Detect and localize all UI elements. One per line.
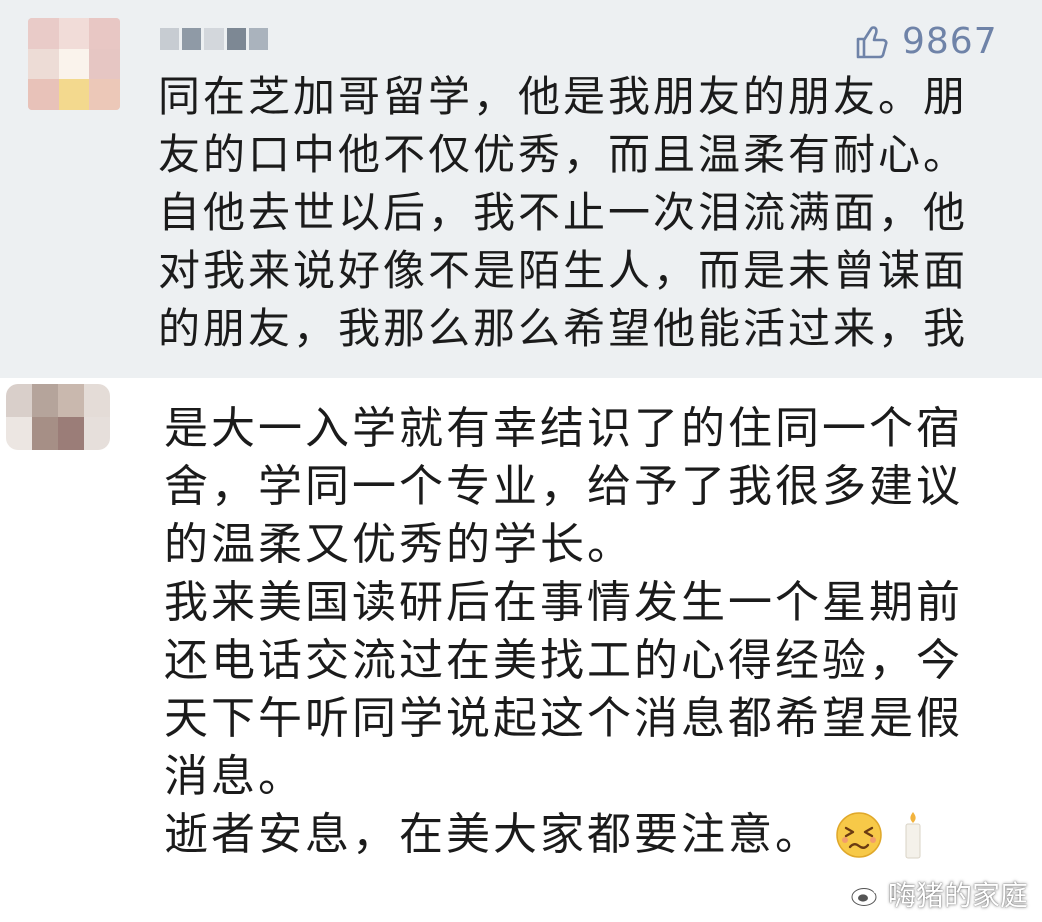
comment-text: 是大一入学就有幸结识了的住同一个宿 舍，学同一个专业，给予了我很多建议 的温柔又… xyxy=(164,400,984,864)
comment-text-line: 对我来说好像不是陌生人，而是未曾谋面 xyxy=(158,246,969,295)
comment-text: 同在芝加哥留学，他是我朋友的朋友。朋 友的口中他不仅优秀，而且温柔有耐心。 自他… xyxy=(158,68,1018,358)
watermark-text: 嗨猪的家庭 xyxy=(887,879,1028,912)
comment-text-line: 同在芝加哥留学，他是我朋友的朋友。朋 xyxy=(158,72,969,121)
candle-icon xyxy=(905,812,921,859)
username-blurred[interactable] xyxy=(160,28,269,50)
comment-last-line: 逝者安息，在美大家都要注意。 xyxy=(164,806,984,864)
like-count: 9867 xyxy=(902,21,998,62)
comment-item: 9867 同在芝加哥留学，他是我朋友的朋友。朋 友的口中他不仅优秀，而且温柔有耐… xyxy=(0,0,1042,378)
avatar[interactable] xyxy=(28,18,120,110)
comment-text-line: 友的口中他不仅优秀，而且温柔有耐心。 xyxy=(158,130,969,179)
watermark: 嗨猪的家庭 xyxy=(850,874,1028,914)
avatar[interactable] xyxy=(6,384,110,450)
comment-text-line: 是大一入学就有幸结识了的住同一个宿 xyxy=(164,403,963,454)
comment-text-line: 逝者安息，在美大家都要注意。 xyxy=(164,809,822,860)
comment-text-line: 天下午听同学说起这个消息都希望是假 xyxy=(164,693,963,744)
comment-text-line: 消息。 xyxy=(164,751,305,802)
comment-item: 是大一入学就有幸结识了的住同一个宿 舍，学同一个专业，给予了我很多建议 的温柔又… xyxy=(0,378,1042,922)
comment-text-line: 舍，学同一个专业，给予了我很多建议 xyxy=(164,461,963,512)
crying-face-icon xyxy=(836,812,882,858)
weibo-logo-icon xyxy=(851,882,881,906)
like-button[interactable]: 9867 xyxy=(852,20,998,64)
comment-text-line: 我来美国读研后在事情发生一个星期前 xyxy=(164,577,963,628)
comment-text-line: 的朋友，我那么那么希望他能活过来，我 xyxy=(158,304,969,353)
comment-text-line: 的温柔又优秀的学长。 xyxy=(164,519,634,570)
comment-text-line: 自他去世以后，我不止一次泪流满面，他 xyxy=(158,188,969,237)
thumbs-up-icon xyxy=(856,26,888,59)
comment-text-line: 还电话交流过在美找工的心得经验，今 xyxy=(164,635,963,686)
